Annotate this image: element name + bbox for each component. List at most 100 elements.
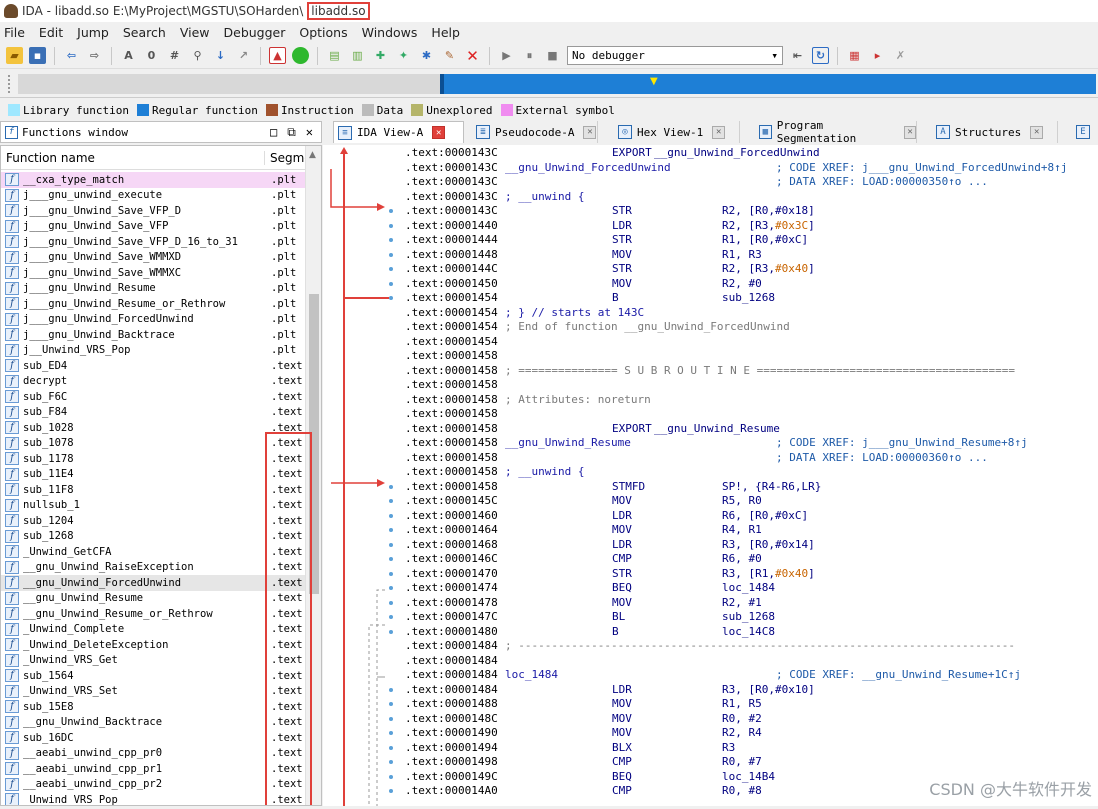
function-row[interactable]: fdecrypt.text xyxy=(1,374,305,390)
search-next-icon[interactable]: ⚲ xyxy=(189,47,206,64)
toolbar-grip[interactable] xyxy=(8,75,14,93)
back-arrow-icon[interactable]: ⇦ xyxy=(63,47,80,64)
navigation-band[interactable]: ▼ xyxy=(0,70,1098,98)
listing-xref-comment[interactable]: ; DATA XREF: LOAD:00000360↑o ... xyxy=(776,451,988,466)
graph-view-icon[interactable]: ▲ xyxy=(269,47,286,64)
function-row[interactable]: fsub_1564.text xyxy=(1,668,305,684)
listing-operands[interactable]: loc_14C8 xyxy=(722,625,775,640)
function-row[interactable]: f__cxa_type_match.plt xyxy=(1,172,305,188)
menu-options[interactable]: Options xyxy=(299,25,347,40)
listing-operands[interactable]: SP!, {R4-R6,LR} xyxy=(722,480,821,495)
function-row[interactable]: fj___gnu_Unwind_Resume.plt xyxy=(1,281,305,297)
column-function-name[interactable]: Function name xyxy=(1,151,265,165)
tab-pseudocode-a[interactable]: ≣ Pseudocode-A ✕ xyxy=(472,121,598,143)
listing-operands[interactable]: sub_1268 xyxy=(722,610,775,625)
listing-xref-comment[interactable]: ; DATA XREF: LOAD:00000350↑o ... xyxy=(776,175,988,190)
menu-view[interactable]: View xyxy=(180,25,210,40)
menu-file[interactable]: File xyxy=(4,25,25,40)
listing-operands[interactable]: R3, [R0,#0x14] xyxy=(722,538,815,553)
function-row[interactable]: f__gnu_Unwind_Resume_or_Rethrow.text xyxy=(1,606,305,622)
function-row[interactable]: f__gnu_Unwind_Backtrace.text xyxy=(1,715,305,731)
navigation-regular-function-region[interactable] xyxy=(440,74,1096,94)
listing-operands[interactable]: R6, [R0,#0xC] xyxy=(722,509,808,524)
listing-operands[interactable]: R0, #7 xyxy=(722,755,762,770)
close-icon[interactable]: ✕ xyxy=(432,126,445,139)
listing-label[interactable]: __gnu_Unwind_ForcedUnwind xyxy=(505,161,671,176)
restore-icon[interactable]: □ xyxy=(270,125,277,140)
function-row[interactable]: fsub_ED4.text xyxy=(1,358,305,374)
listing-operands[interactable]: R1, [R0,#0xC] xyxy=(722,233,808,248)
function-row[interactable]: fj___gnu_Unwind_Backtrace.plt xyxy=(1,327,305,343)
listing-operands[interactable]: R2, R4 xyxy=(722,726,762,741)
attach-process-icon[interactable]: ↻ xyxy=(812,47,829,64)
stop-icon[interactable]: ■ xyxy=(544,47,561,64)
close-icon[interactable]: ✕ xyxy=(712,126,725,139)
listing-operands[interactable]: R5, R0 xyxy=(722,494,762,509)
pause-icon[interactable]: ⏸ xyxy=(521,47,538,64)
function-row[interactable]: fj___gnu_Unwind_Save_WMMXD.plt xyxy=(1,250,305,266)
function-row[interactable]: fj__Unwind_VRS_Pop.plt xyxy=(1,343,305,359)
listing-operands[interactable]: R4, R1 xyxy=(722,523,762,538)
jump-down-icon[interactable]: ↓ xyxy=(212,47,229,64)
function-row[interactable]: f_Unwind_DeleteException.text xyxy=(1,637,305,653)
function-row[interactable]: fsub_16DC.text xyxy=(1,730,305,746)
listing-operands[interactable]: R0, #8 xyxy=(722,784,762,799)
function-row[interactable]: fsub_1178.text xyxy=(1,451,305,467)
listing-xref-comment[interactable]: ; CODE XREF: j___gnu_Unwind_ForcedUnwind… xyxy=(776,161,1067,176)
create-function-icon[interactable]: ▤ xyxy=(326,47,343,64)
listing-label[interactable]: loc_1484 xyxy=(505,668,558,683)
debugger-select[interactable]: No debugger ▾ xyxy=(567,46,783,65)
function-row[interactable]: fj___gnu_Unwind_Save_VFP_D.plt xyxy=(1,203,305,219)
listing-operands[interactable]: R2, [R0,#0x18] xyxy=(722,204,815,219)
functions-scrollbar[interactable]: ▲ xyxy=(305,146,321,806)
function-row[interactable]: f__gnu_Unwind_RaiseException.text xyxy=(1,560,305,576)
listing-operands[interactable]: R3, [R1,#0x40] xyxy=(722,567,815,582)
tab-structures[interactable]: A Structures ✕ xyxy=(932,121,1058,143)
listing-xref-comment[interactable]: ; CODE XREF: __gnu_Unwind_Resume+1C↑j xyxy=(776,668,1021,683)
listing-operands[interactable]: R3 xyxy=(722,741,735,756)
function-row[interactable]: fsub_11F8.text xyxy=(1,482,305,498)
menu-debugger[interactable]: Debugger xyxy=(224,25,286,40)
search-binary-icon[interactable]: 0 xyxy=(143,47,160,64)
listing-operands[interactable]: R1, R5 xyxy=(722,697,762,712)
listing-operands[interactable]: sub_1268 xyxy=(722,291,775,306)
listing-operands[interactable]: R6, #0 xyxy=(722,552,762,567)
save-icon[interactable]: ▪ xyxy=(29,47,46,64)
menu-edit[interactable]: Edit xyxy=(39,25,63,40)
function-row[interactable]: f_Unwind_VRS_Get.text xyxy=(1,653,305,669)
menu-jump[interactable]: Jump xyxy=(77,25,109,40)
function-row[interactable]: fj___gnu_unwind_execute.plt xyxy=(1,188,305,204)
jump-address-icon[interactable]: ↗ xyxy=(235,47,252,64)
function-row[interactable]: f_Unwind_Complete.text xyxy=(1,622,305,638)
listing-operands[interactable]: R3, [R0,#0x10] xyxy=(722,683,815,698)
disassembly-listing[interactable]: .text:0000143CEXPORT__gnu_Unwind_ForcedU… xyxy=(403,145,1098,806)
function-row[interactable]: f__gnu_Unwind_ForcedUnwind.text xyxy=(1,575,305,591)
patch-icon[interactable]: ✱ xyxy=(418,47,435,64)
function-row[interactable]: fj___gnu_Unwind_Save_WMMXC.plt xyxy=(1,265,305,281)
scroll-up-icon[interactable]: ▲ xyxy=(309,150,316,160)
close-icon[interactable]: ✕ xyxy=(1030,126,1043,139)
function-row[interactable]: f__aeabi_unwind_cpp_pr2.text xyxy=(1,777,305,793)
add-xref-icon[interactable]: ✚ xyxy=(372,47,389,64)
function-row[interactable]: fsub_1028.text xyxy=(1,420,305,436)
function-row[interactable]: fsub_F6C.text xyxy=(1,389,305,405)
edit-function-icon[interactable]: ▥ xyxy=(349,47,366,64)
run-green-icon[interactable] xyxy=(292,47,309,64)
function-row[interactable]: f_Unwind_VRS_Pop.text xyxy=(1,792,305,806)
breakpoint-icon[interactable]: ⇤ xyxy=(789,47,806,64)
listing-operands[interactable]: __gnu_Unwind_Resume xyxy=(654,422,780,437)
menu-help[interactable]: Help xyxy=(431,25,460,40)
tab-hex-view-1[interactable]: ◎ Hex View-1 ✕ xyxy=(614,121,740,143)
forward-arrow-icon[interactable]: ⇨ xyxy=(86,47,103,64)
tab-more[interactable]: E xyxy=(1072,121,1098,143)
menu-search[interactable]: Search xyxy=(123,25,166,40)
float-icon[interactable]: ⧉ xyxy=(287,125,296,140)
listing-operands[interactable]: R2, #1 xyxy=(722,596,762,611)
open-folder-icon[interactable]: ▰ xyxy=(6,47,23,64)
menu-windows[interactable]: Windows xyxy=(362,25,418,40)
function-row[interactable]: fj___gnu_Unwind_Resume_or_Rethrow.plt xyxy=(1,296,305,312)
listing-operands[interactable]: R2, #0 xyxy=(722,277,762,292)
search-text-icon[interactable]: A xyxy=(120,47,137,64)
function-row[interactable]: fsub_1078.text xyxy=(1,436,305,452)
trace-remove-icon[interactable]: ✗ xyxy=(892,47,909,64)
